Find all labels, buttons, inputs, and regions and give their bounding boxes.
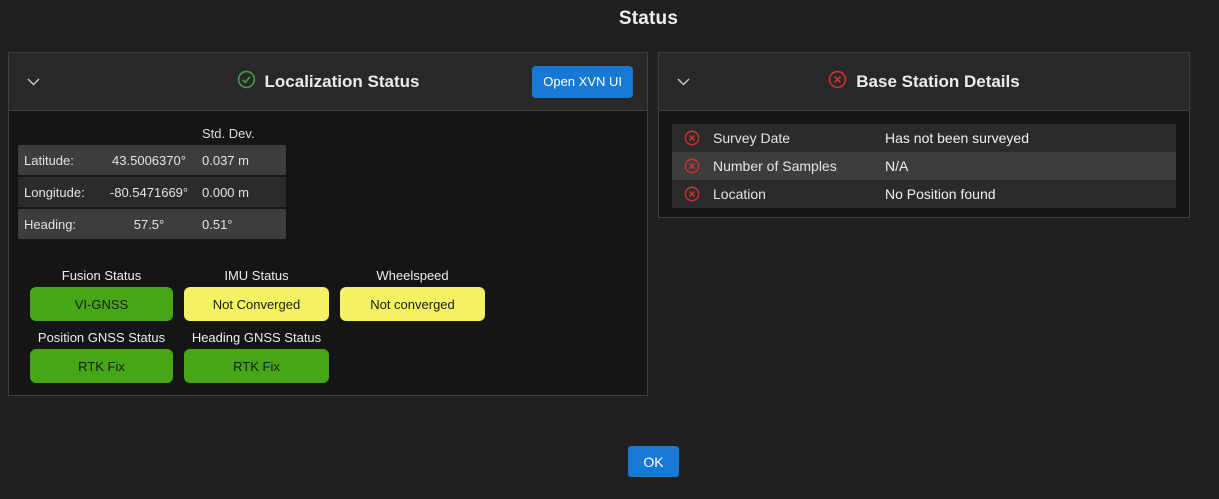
x-circle-icon <box>684 158 700 174</box>
latitude-value: 43.5006370° <box>104 153 194 168</box>
localization-panel-header: Localization Status Open XVN UI <box>9 53 647 111</box>
heading-stddev: 0.51° <box>194 217 286 232</box>
table-row-survey-date: Survey Date Has not been surveyed <box>672 124 1176 152</box>
latitude-stddev: 0.037 m <box>194 153 286 168</box>
location-label: Location <box>713 186 885 202</box>
collapse-chevron-down-icon[interactable] <box>673 74 694 90</box>
open-xvn-ui-button[interactable]: Open XVN UI <box>532 66 633 98</box>
ok-button[interactable]: OK <box>628 446 679 477</box>
fusion-status-badge: VI-GNSS <box>30 287 173 321</box>
survey-date-value: Has not been surveyed <box>885 130 1029 146</box>
check-circle-icon <box>237 70 256 94</box>
fusion-status-label: Fusion Status <box>30 262 173 287</box>
base-station-panel-header: Base Station Details <box>659 53 1189 111</box>
imu-status-label: IMU Status <box>184 262 329 287</box>
imu-status-badge: Not Converged <box>184 287 329 321</box>
longitude-stddev: 0.000 m <box>194 185 286 200</box>
heading-gnss-status-label: Heading GNSS Status <box>184 324 329 349</box>
table-row-number-of-samples: Number of Samples N/A <box>672 152 1176 180</box>
status-badge-grid: Fusion Status IMU Status Wheelspeed VI-G… <box>30 262 485 386</box>
heading-value: 57.5° <box>104 217 194 232</box>
wheelspeed-badge: Not converged <box>340 287 485 321</box>
table-row-location: Location No Position found <box>672 180 1176 208</box>
page-title: Status <box>78 8 1219 30</box>
longitude-value: -80.5471669° <box>104 185 194 200</box>
table-row-latitude: Latitude: 43.5006370° 0.037 m <box>18 145 286 175</box>
localization-panel-title: Localization Status <box>265 72 420 92</box>
status-dialog: Status Localization Status Open XVN UI <box>0 0 1219 499</box>
survey-date-label: Survey Date <box>713 130 885 146</box>
location-value: No Position found <box>885 186 996 202</box>
localization-table: Std. Dev. Latitude: 43.5006370° 0.037 m … <box>18 121 286 241</box>
localization-table-header: Std. Dev. <box>18 121 286 145</box>
x-circle-icon <box>684 130 700 146</box>
latitude-label: Latitude: <box>18 153 104 168</box>
collapse-chevron-down-icon[interactable] <box>23 74 44 90</box>
stddev-column-header: Std. Dev. <box>194 126 286 141</box>
heading-label: Heading: <box>18 217 104 232</box>
table-row-heading: Heading: 57.5° 0.51° <box>18 209 286 239</box>
number-of-samples-value: N/A <box>885 158 908 174</box>
wheelspeed-label: Wheelspeed <box>340 262 485 287</box>
table-row-longitude: Longitude: -80.5471669° 0.000 m <box>18 177 286 207</box>
x-circle-icon <box>828 70 847 94</box>
base-station-panel-title: Base Station Details <box>856 72 1019 92</box>
heading-gnss-status-badge: RTK Fix <box>184 349 329 383</box>
longitude-label: Longitude: <box>18 185 104 200</box>
x-circle-icon <box>684 186 700 202</box>
position-gnss-status-badge: RTK Fix <box>30 349 173 383</box>
base-station-panel: Base Station Details Survey Date Has not… <box>658 52 1190 218</box>
localization-panel: Localization Status Open XVN UI Std. Dev… <box>8 52 648 396</box>
base-station-table: Survey Date Has not been surveyed Number… <box>672 124 1176 208</box>
number-of-samples-label: Number of Samples <box>713 158 885 174</box>
position-gnss-status-label: Position GNSS Status <box>30 324 173 349</box>
